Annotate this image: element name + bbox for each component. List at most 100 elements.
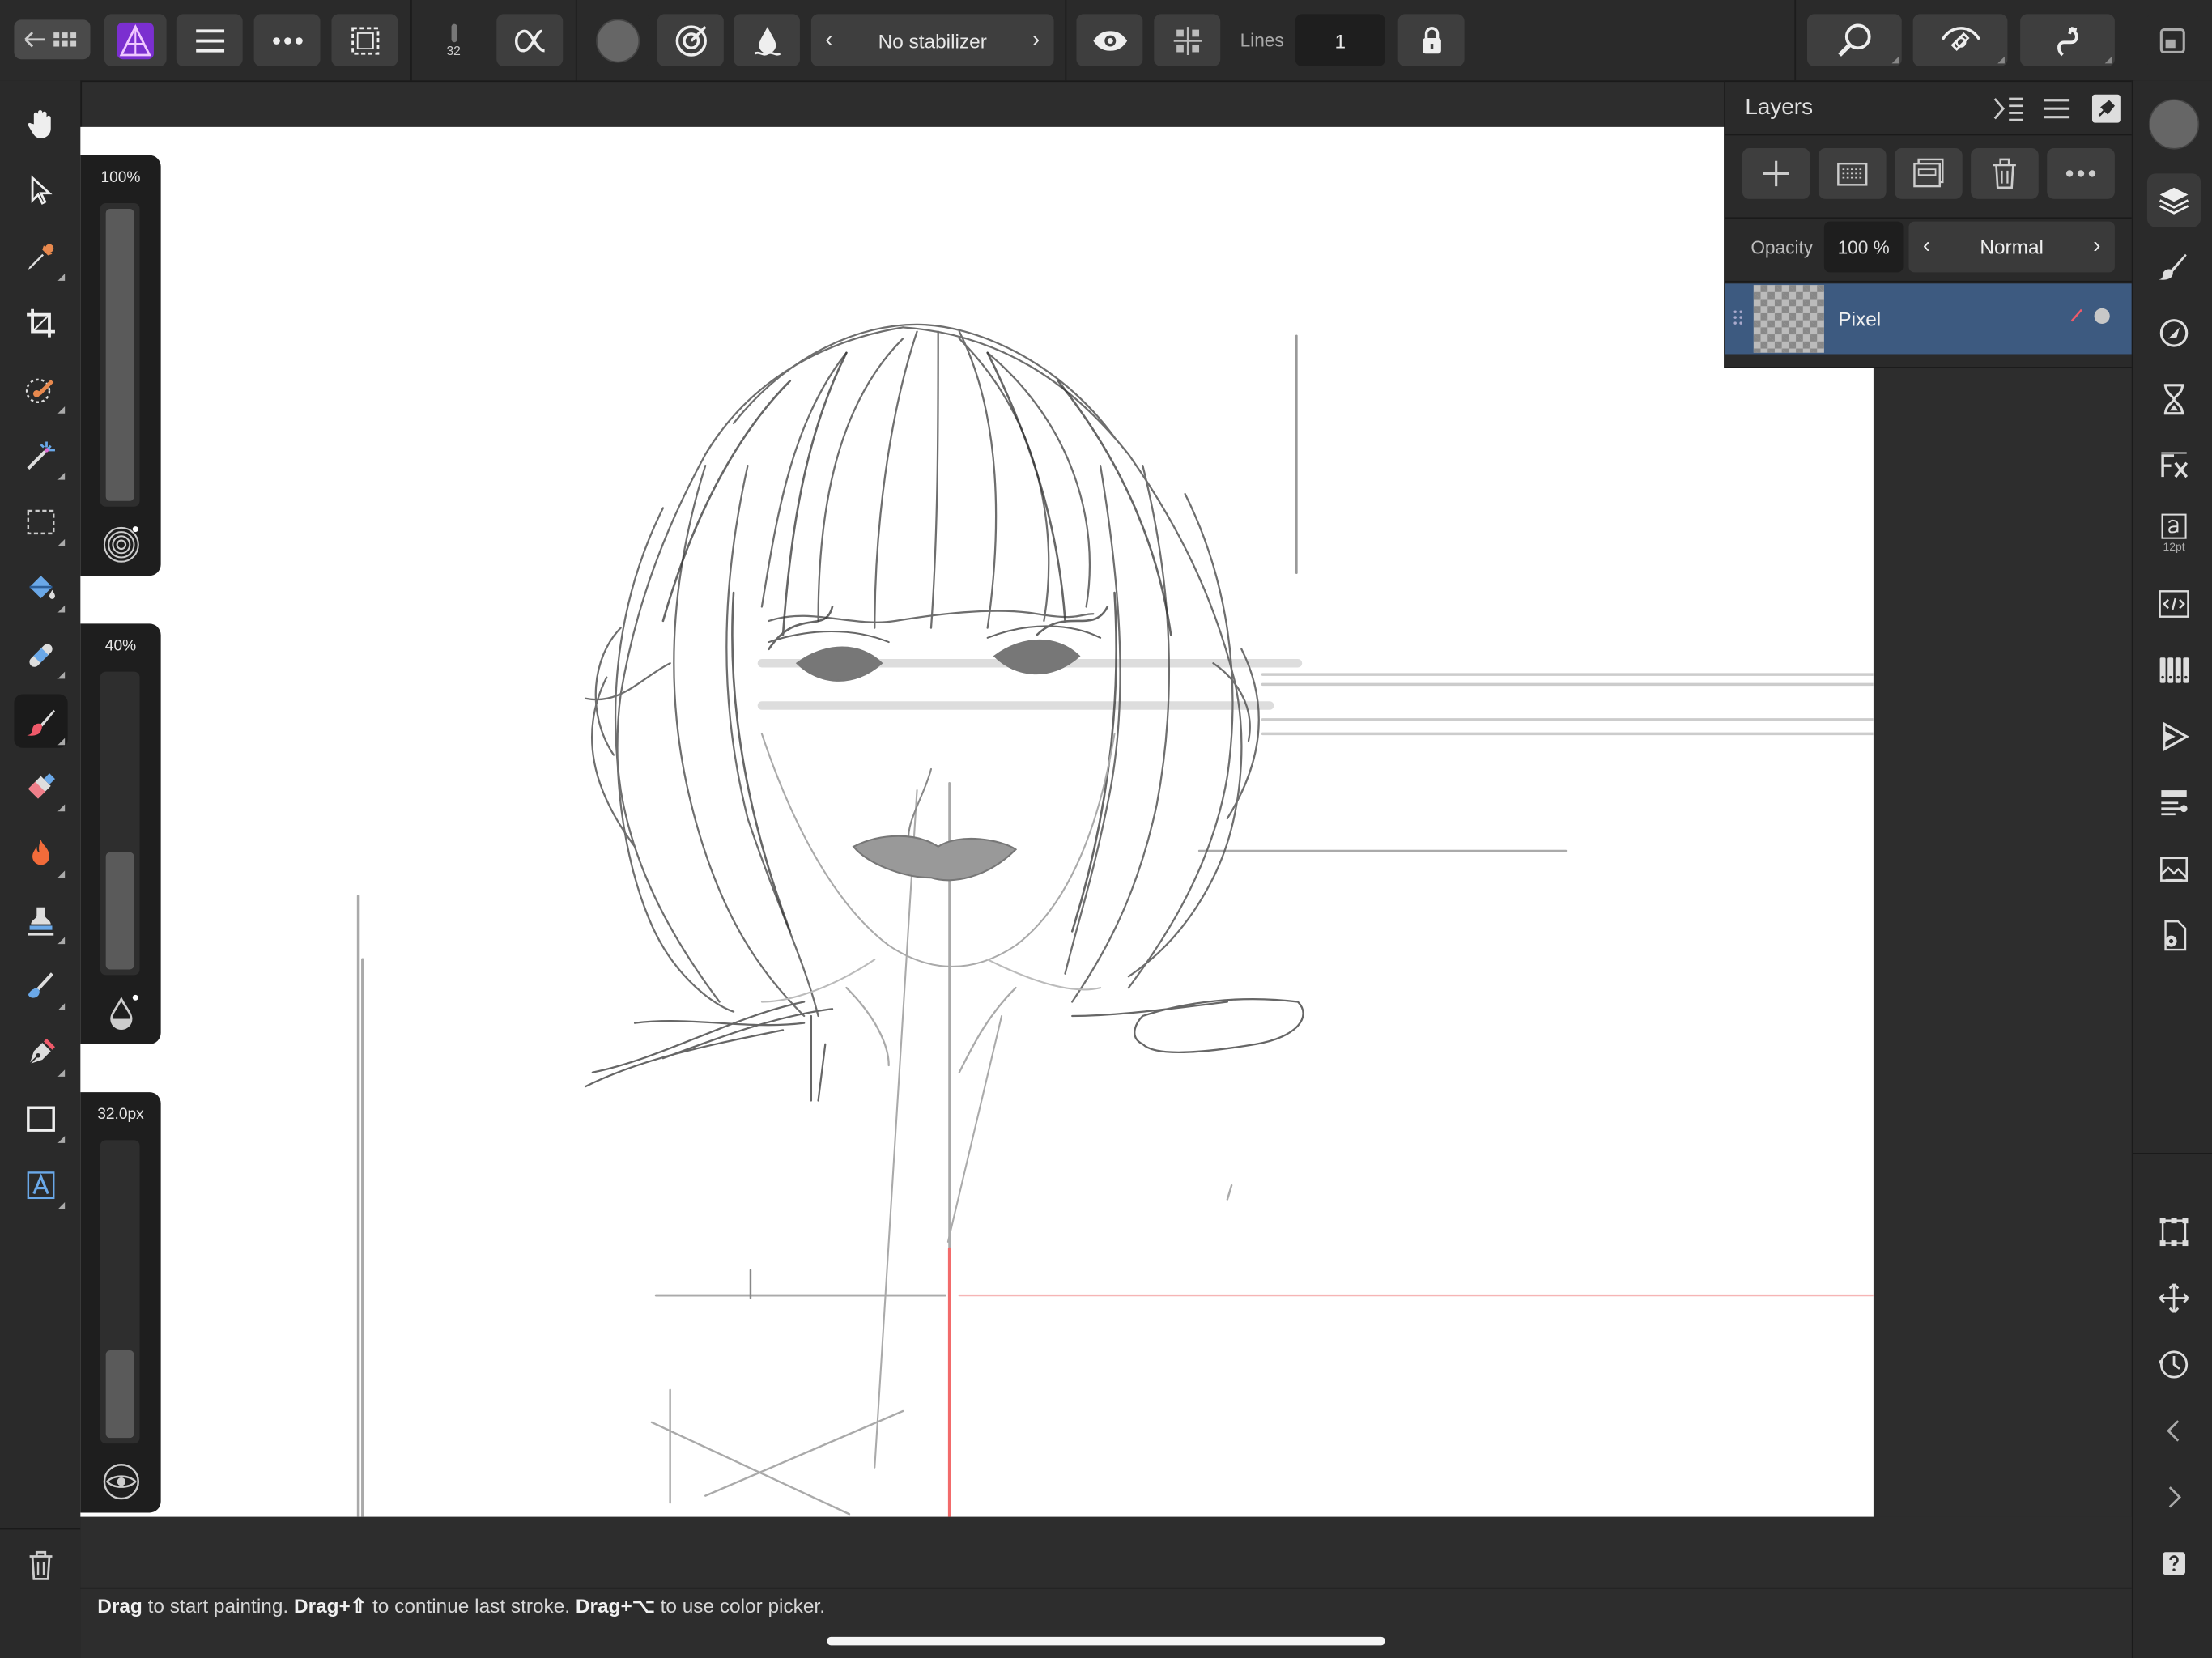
crop-icon: [27, 308, 55, 338]
channels-studio-button[interactable]: [2147, 776, 2201, 830]
healing-brush-tool[interactable]: [14, 628, 67, 682]
paint-brush-tool[interactable]: [14, 694, 68, 748]
opacity-rings-icon[interactable]: [101, 525, 141, 564]
back-to-documents-button[interactable]: [14, 19, 91, 60]
flow-slider-fill: [105, 852, 134, 970]
brush-preset-button[interactable]: 32: [420, 14, 487, 66]
alpha-icon: [514, 28, 545, 52]
width-slider[interactable]: [100, 1140, 140, 1444]
window-toggle-button[interactable]: [2146, 14, 2200, 66]
color-picker-tool[interactable]: [14, 230, 67, 283]
top-toolbar: 32 ‹ No stabilizer › Lines 1: [0, 0, 2212, 83]
lines-count-field[interactable]: 1: [1295, 14, 1386, 66]
stabilizer-selector[interactable]: ‹ No stabilizer ›: [810, 14, 1054, 66]
opacity-readout: 100%: [100, 169, 141, 187]
stabilizer-next-icon[interactable]: ›: [1032, 28, 1040, 53]
blend-mode-button[interactable]: [734, 14, 800, 66]
collapse-panel-icon[interactable]: [1993, 96, 2024, 121]
pixel-brush-badge-icon: [2070, 308, 2082, 322]
layers-studio-button[interactable]: [2146, 173, 2201, 227]
color-studio-button[interactable]: [2147, 97, 2201, 151]
document-settings-button[interactable]: [2147, 908, 2201, 962]
main-menu-button[interactable]: [176, 14, 243, 66]
layer-opacity-value: 100 %: [1837, 236, 1890, 258]
selection-menu-button[interactable]: [331, 14, 398, 66]
pen-tool[interactable]: [14, 1026, 67, 1079]
move-arrows-icon: [2159, 1283, 2189, 1313]
persona-button[interactable]: [104, 14, 167, 66]
adjustment-dial-icon: [2159, 319, 2189, 347]
flow-drop-icon[interactable]: [101, 993, 141, 1033]
stock-studio-button[interactable]: [2147, 843, 2201, 896]
move-studio-button[interactable]: [2147, 1271, 2201, 1324]
pin-panel-icon[interactable]: [2091, 93, 2121, 124]
text-size-readout: 12pt: [2163, 539, 2185, 553]
window-icon: [2159, 28, 2185, 53]
zoom-view-button[interactable]: [1807, 14, 1902, 66]
stabilizer-prev-icon[interactable]: ‹: [825, 28, 832, 53]
show-hide-button[interactable]: [1076, 14, 1143, 66]
blend-mode-selector[interactable]: ‹ Normal ›: [1908, 221, 2115, 273]
clone-brush-tool[interactable]: [14, 893, 67, 946]
pressure-eye-icon[interactable]: [101, 1462, 141, 1502]
add-group-button[interactable]: [1895, 148, 1963, 199]
selection-brush-tool[interactable]: [14, 363, 67, 416]
layer-visibility-icon[interactable]: [2092, 306, 2112, 325]
swatches-studio-button[interactable]: [2147, 644, 2201, 697]
layer-row[interactable]: Pixel: [1725, 283, 2133, 355]
shape-tool[interactable]: [14, 1092, 67, 1146]
move-tool[interactable]: [14, 164, 67, 217]
rectangle-marquee-icon: [27, 509, 55, 535]
text-tool[interactable]: [14, 1158, 67, 1212]
view-tool[interactable]: [14, 97, 67, 151]
macro-studio-button[interactable]: [2147, 577, 2201, 631]
opacity-slider[interactable]: [100, 202, 140, 507]
transform-studio-button[interactable]: [2147, 1205, 2201, 1259]
home-indicator[interactable]: [827, 1636, 1386, 1646]
symmetry-button[interactable]: [1154, 14, 1221, 66]
effects-studio-button[interactable]: [2147, 439, 2201, 492]
add-mask-button[interactable]: [1818, 148, 1887, 199]
navigator-studio-button[interactable]: [2147, 710, 2201, 763]
layers-panel: Layers Opacity 100 % ‹ Normal › Pixel: [1724, 80, 2135, 368]
lock-button[interactable]: [1397, 14, 1465, 66]
more-menu-button[interactable]: [253, 14, 321, 66]
assistant-button[interactable]: [2020, 14, 2115, 66]
history-button[interactable]: [2147, 1337, 2201, 1391]
crop-tool[interactable]: [14, 296, 67, 350]
erase-brush-tool[interactable]: [14, 760, 67, 814]
flood-select-tool[interactable]: [14, 429, 67, 483]
alpha-lock-button[interactable]: [496, 14, 564, 66]
layer-opacity-field[interactable]: 100 %: [1823, 221, 1904, 273]
color-circle-icon: [595, 18, 640, 62]
blend-prev-icon[interactable]: ‹: [1923, 234, 1930, 259]
text-studio-button[interactable]: 12pt: [2147, 505, 2201, 559]
flow-slider[interactable]: [100, 671, 140, 976]
color-swatch-button[interactable]: [584, 14, 651, 66]
mask-layer-icon: [1837, 162, 1868, 186]
smudge-brush-tool[interactable]: [14, 959, 67, 1013]
history-studio-button[interactable]: [2147, 372, 2201, 426]
clear-button[interactable]: [14, 1538, 67, 1592]
drag-handle-icon[interactable]: [1733, 309, 1746, 329]
layer-options-button[interactable]: [2047, 148, 2115, 199]
flame-icon: [32, 840, 49, 865]
undo-button[interactable]: [2147, 1404, 2201, 1457]
document-canvas[interactable]: [80, 126, 1874, 1517]
panel-menu-icon[interactable]: [2043, 96, 2071, 121]
trash-icon: [29, 1550, 53, 1580]
quick-mask-button[interactable]: [1912, 14, 2008, 66]
blend-next-icon[interactable]: ›: [2093, 234, 2100, 259]
help-button[interactable]: [2147, 1537, 2201, 1590]
burn-brush-tool[interactable]: [14, 827, 67, 880]
wet-edges-button[interactable]: [657, 14, 724, 66]
adjustments-studio-button[interactable]: [2147, 306, 2201, 359]
eraser-icon: [28, 773, 55, 799]
brushes-studio-button[interactable]: [2147, 240, 2201, 293]
redo-button[interactable]: [2147, 1470, 2201, 1524]
smudge-finger-icon: [28, 972, 54, 998]
delete-layer-button[interactable]: [1971, 148, 2039, 199]
add-layer-button[interactable]: [1742, 148, 1810, 199]
fill-tool[interactable]: [14, 562, 67, 615]
rectangular-marquee-tool[interactable]: [14, 495, 67, 549]
